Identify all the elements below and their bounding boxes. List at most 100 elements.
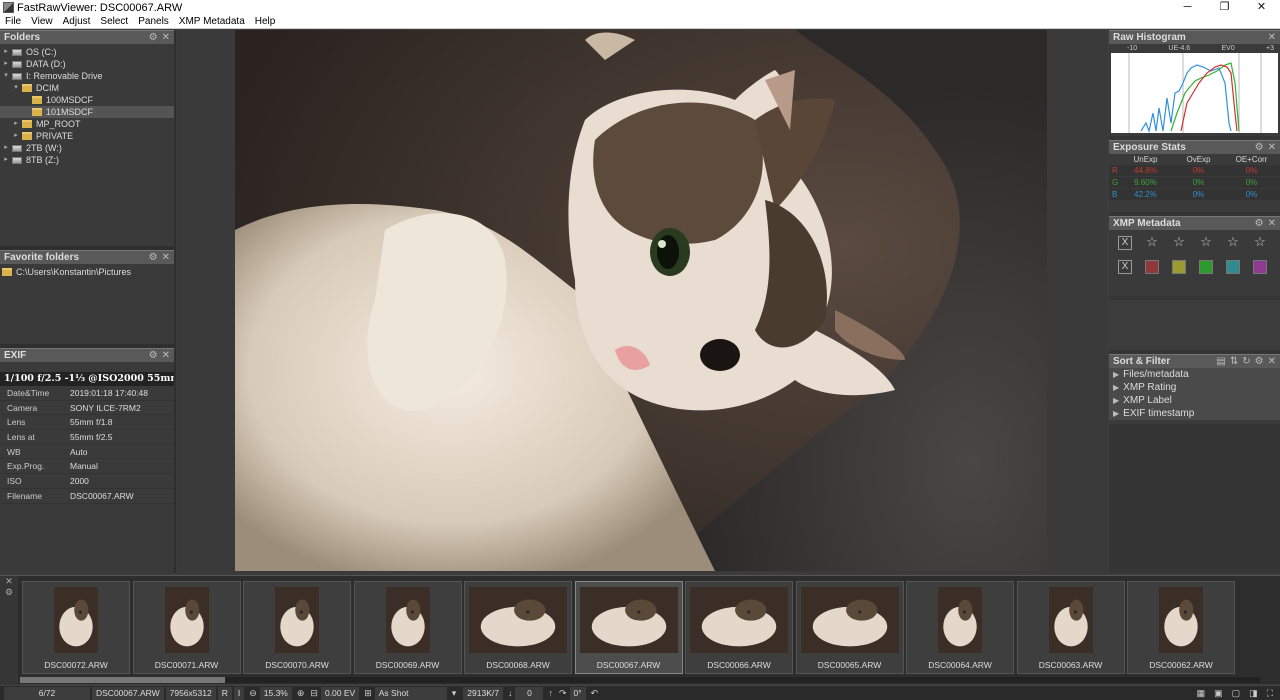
expanded-arrow-icon[interactable]: ▾ xyxy=(2,70,10,82)
menu-panels[interactable]: Panels xyxy=(133,15,174,29)
filmstrip-thumbnail[interactable]: DSC00070.ARW xyxy=(243,581,351,674)
gear-icon[interactable]: ⚙ xyxy=(1255,142,1264,153)
fullscreen-icon[interactable]: ⛶ xyxy=(1264,687,1276,700)
maximize-button[interactable]: ❐ xyxy=(1206,0,1243,15)
close-icon[interactable]: ✕ xyxy=(162,350,170,361)
folder-tree-item[interactable]: 101MSDCF xyxy=(0,106,174,118)
arrow-down-icon[interactable]: ↓ xyxy=(505,687,516,700)
close-icon[interactable]: ✕ xyxy=(1268,218,1276,229)
folder-tree-item[interactable]: ▸ PRIVATE xyxy=(0,130,174,142)
zoom-out-icon[interactable]: ⊖ xyxy=(246,687,260,700)
filmstrip-scrollbar[interactable] xyxy=(20,677,1260,683)
sort-filter-item[interactable]: ▶ Files/metadata xyxy=(1109,368,1280,381)
folder-tree-item[interactable]: ▸ 8TB (Z:) xyxy=(0,154,174,166)
document-icon[interactable]: ▤ xyxy=(1216,356,1225,367)
filmstrip-thumbnail[interactable]: DSC00062.ARW xyxy=(1127,581,1235,674)
menu-xmp-metadata[interactable]: XMP Metadata xyxy=(174,15,250,29)
color-label-3-button[interactable] xyxy=(1199,260,1213,274)
tint-value[interactable]: 0 xyxy=(515,686,544,700)
filmstrip-thumbnail[interactable]: DSC00065.ARW xyxy=(795,581,904,674)
zoom-level[interactable]: 15.3% xyxy=(259,686,292,700)
filmstrip-thumbnail[interactable]: DSC00072.ARW xyxy=(22,581,130,674)
menu-adjust[interactable]: Adjust xyxy=(58,15,96,29)
gear-icon[interactable]: ⚙ xyxy=(149,252,158,263)
filmstrip-thumbnail[interactable]: DSC00067.ARW xyxy=(574,581,683,674)
plus-ev-icon[interactable]: ⊞ xyxy=(361,687,375,700)
filmstrip-thumbnail[interactable]: DSC00068.ARW xyxy=(464,581,572,674)
expand-arrow-icon[interactable]: ▶ xyxy=(1113,370,1119,379)
clear-label-button[interactable]: X xyxy=(1118,260,1132,274)
panel-toggle-icon[interactable]: ◨ xyxy=(1246,687,1261,700)
star-5-button[interactable]: ☆ xyxy=(1253,235,1267,250)
collapsed-arrow-icon[interactable]: ▸ xyxy=(2,142,10,154)
folder-tree-item[interactable]: ▸ DATA (D:) xyxy=(0,58,174,70)
filmstrip-thumbnail[interactable]: DSC00064.ARW xyxy=(906,581,1014,674)
exposure-value[interactable]: 0.00 EV xyxy=(320,686,360,700)
star-4-button[interactable]: ☆ xyxy=(1226,235,1240,250)
close-icon[interactable]: ✕ xyxy=(162,252,170,263)
filmstrip-thumbnail[interactable]: DSC00063.ARW xyxy=(1016,581,1125,674)
folder-tree-item[interactable]: ▸ OS (C:) xyxy=(0,46,174,58)
collapsed-arrow-icon[interactable]: ▸ xyxy=(2,154,10,166)
collapsed-arrow-icon[interactable]: ▸ xyxy=(2,58,10,70)
filmstrip-thumbnail[interactable]: DSC00069.ARW xyxy=(353,581,462,674)
minimize-button[interactable]: ─ xyxy=(1169,0,1206,15)
arrow-up-icon[interactable]: ↑ xyxy=(545,687,556,700)
folder-tree-item[interactable]: ▾ I: Removable Drive xyxy=(0,70,174,82)
chevron-down-icon[interactable]: ▾ xyxy=(449,687,460,700)
sort-filter-item[interactable]: ▶ EXIF timestamp xyxy=(1109,407,1280,420)
sort-filter-item[interactable]: ▶ XMP Rating xyxy=(1109,381,1280,394)
expand-arrow-icon[interactable]: ▶ xyxy=(1113,396,1119,405)
folder-tree-item[interactable]: 100MSDCF xyxy=(0,94,174,106)
star-3-button[interactable]: ☆ xyxy=(1199,235,1213,250)
star-2-button[interactable]: ☆ xyxy=(1172,235,1186,250)
menu-file[interactable]: File xyxy=(0,15,26,29)
close-icon[interactable]: ✕ xyxy=(1268,356,1276,367)
color-temp[interactable]: 2913K/7 xyxy=(463,686,503,700)
filmstrip-thumbnail[interactable]: DSC00071.ARW xyxy=(132,581,241,674)
compare-view-icon[interactable]: ▣ xyxy=(1211,687,1226,700)
close-button[interactable]: ✕ xyxy=(1243,0,1280,15)
folder-tree-item[interactable]: ▸ 2TB (W:) xyxy=(0,142,174,154)
collapsed-arrow-icon[interactable]: ▸ xyxy=(12,130,20,142)
gear-icon[interactable]: ⚙ xyxy=(1255,356,1264,367)
rotate-left-icon[interactable]: ↶ xyxy=(588,687,602,700)
gear-icon[interactable]: ⚙ xyxy=(1255,218,1264,229)
collapsed-arrow-icon[interactable]: ▸ xyxy=(2,46,10,58)
grid-view-icon[interactable]: ▦ xyxy=(1194,687,1209,700)
folder-tree-item[interactable]: ▾ DCIM xyxy=(0,82,174,94)
star-1-button[interactable]: ☆ xyxy=(1145,235,1159,250)
rotate-right-icon[interactable]: ↷ xyxy=(556,687,570,700)
menu-view[interactable]: View xyxy=(26,15,58,29)
zoom-in-icon[interactable]: ⊕ xyxy=(294,687,308,700)
gear-icon[interactable]: ⚙ xyxy=(149,32,158,43)
sort-icon[interactable]: ⇅ xyxy=(1230,356,1238,367)
reject-button[interactable]: X xyxy=(1118,236,1132,250)
sort-filter-item[interactable]: ▶ XMP Label xyxy=(1109,394,1280,407)
menu-help[interactable]: Help xyxy=(250,15,281,29)
expand-arrow-icon[interactable]: ▶ xyxy=(1113,383,1119,392)
image-viewer[interactable] xyxy=(177,30,1107,573)
refresh-icon[interactable]: ↻ xyxy=(1242,356,1250,367)
color-label-1-button[interactable] xyxy=(1145,260,1159,274)
scrollbar-thumb[interactable] xyxy=(20,677,225,683)
close-icon[interactable]: ✕ xyxy=(0,576,18,587)
minus-ev-icon[interactable]: ⊟ xyxy=(307,687,321,700)
info-button[interactable]: I xyxy=(233,686,245,700)
close-icon[interactable]: ✕ xyxy=(1268,32,1276,43)
filmstrip-thumbnail[interactable]: DSC00066.ARW xyxy=(685,581,793,674)
rotation-value[interactable]: 0° xyxy=(569,686,586,700)
close-icon[interactable]: ✕ xyxy=(1268,142,1276,153)
white-balance-select[interactable]: As Shot xyxy=(374,686,447,700)
favorite-item[interactable]: C:\Users\Konstantin\Pictures xyxy=(0,266,174,278)
expand-arrow-icon[interactable]: ▶ xyxy=(1113,409,1119,418)
folder-tree-item[interactable]: ▸ MP_ROOT xyxy=(0,118,174,130)
main-photo[interactable] xyxy=(235,30,1047,571)
color-label-5-button[interactable] xyxy=(1253,260,1267,274)
color-label-2-button[interactable] xyxy=(1172,260,1186,274)
raw-mode-button[interactable]: R xyxy=(217,686,232,700)
single-view-icon[interactable]: ▢ xyxy=(1229,687,1244,700)
gear-icon[interactable]: ⚙ xyxy=(149,350,158,361)
menu-select[interactable]: Select xyxy=(95,15,133,29)
collapsed-arrow-icon[interactable]: ▸ xyxy=(12,118,20,130)
